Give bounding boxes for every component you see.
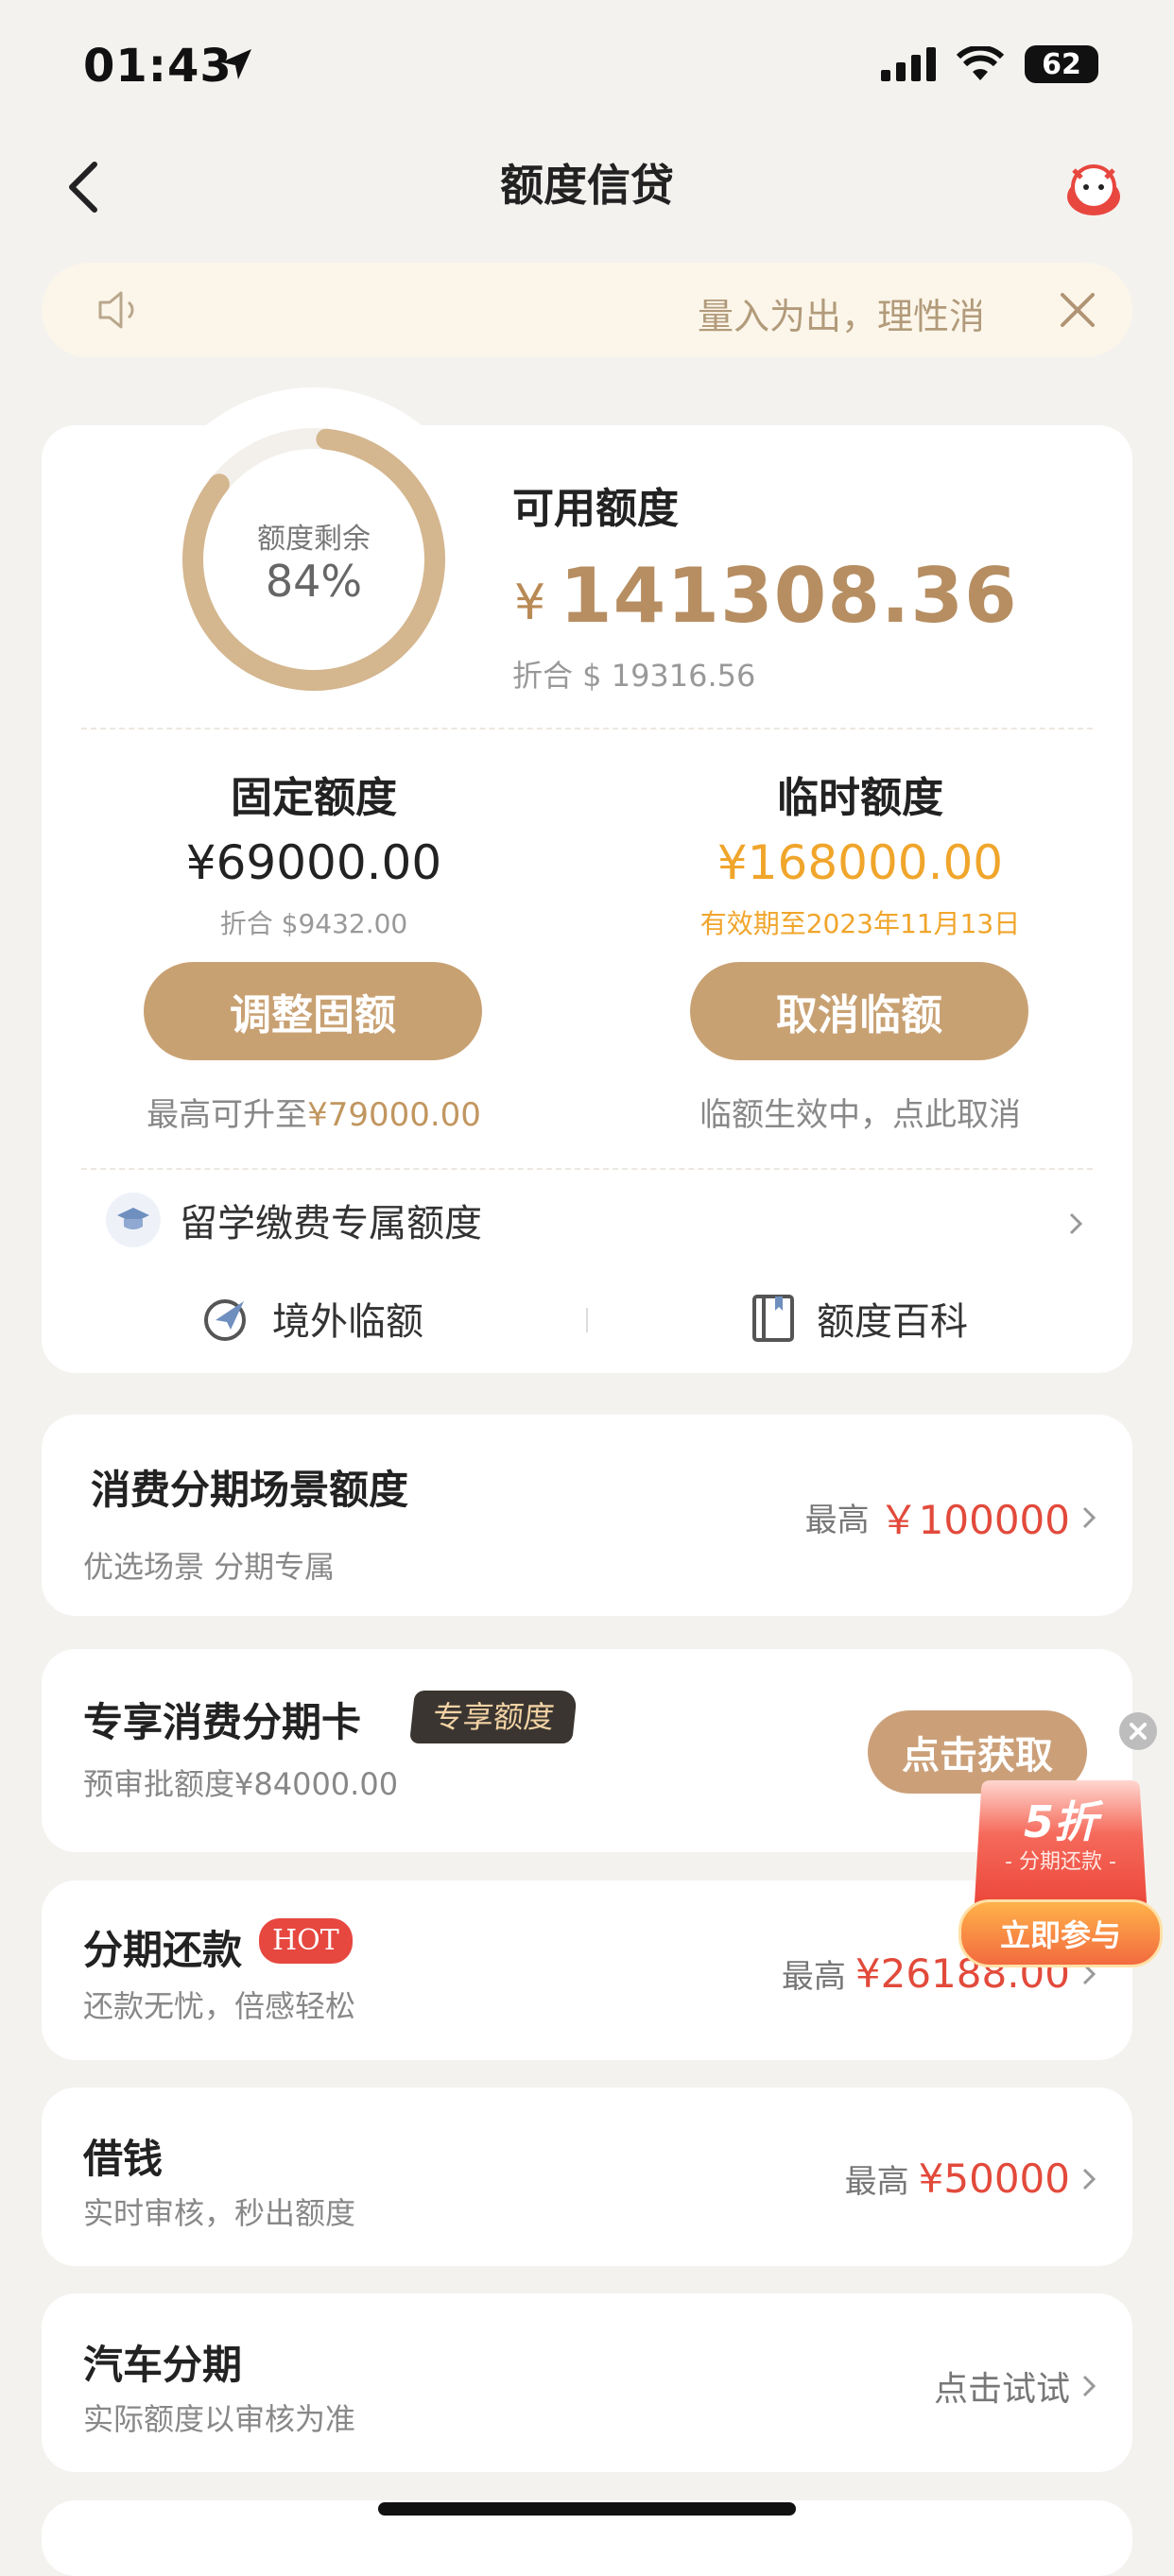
ring-label: 额度剩余 (257, 523, 371, 556)
fixed-quota-amount: ¥69000.00 (185, 835, 442, 890)
repay-title: 分期还款 (83, 1927, 243, 1973)
exclusive-badge: 专享额度 (409, 1691, 578, 1743)
consume-max: 最高 ￥100000 (805, 1488, 1098, 1546)
consume-title: 消费分期场景额度 (91, 1467, 409, 1513)
overseas-temp-label: 境外临额 (272, 1300, 423, 1344)
promo-float[interactable]: 5折 - 分期还款 - 立即参与 (958, 1777, 1163, 1975)
signal-icon (881, 47, 936, 81)
car-card[interactable]: 汽车分期 实际额度以审核为准 点击试试 (42, 2293, 1132, 2472)
fixed-quota-usd: 折合 $9432.00 (219, 908, 408, 939)
car-title: 汽车分期 (83, 2342, 243, 2388)
notice-text: 量入为出，理性消 (698, 296, 981, 337)
home-indicator[interactable] (378, 2502, 796, 2516)
consume-max-value: ￥100000 (878, 1497, 1070, 1543)
battery-indicator: 62 (1025, 45, 1098, 83)
adjust-fixed-button[interactable]: 调整固额 (144, 962, 482, 1060)
borrow-subtitle: 实时审核，秒出额度 (83, 2195, 356, 2231)
available-label: 可用额度 (512, 485, 679, 533)
consume-subtitle: 优选场景 分期专属 (83, 1549, 336, 1585)
chevron-right-icon (1082, 1506, 1096, 1528)
chevron-right-icon (1082, 2375, 1096, 2397)
temp-quota-title: 临时额度 (777, 774, 943, 822)
temp-quota-validity: 有效期至2023年11月13日 (699, 908, 1021, 939)
temp-quota-amount: ¥168000.00 (716, 835, 1004, 890)
fixed-quota-title: 固定额度 (231, 774, 397, 822)
speaker-icon (98, 291, 134, 329)
promo-subtitle: - 分期还款 - (1005, 1850, 1116, 1874)
ring-percent: 84% (265, 556, 363, 607)
location-arrow-icon (221, 49, 251, 79)
study-quota-row[interactable]: 留学缴费专属额度 (106, 1193, 482, 1247)
notice-bar[interactable]: 量入为出，理性消 (42, 263, 1132, 357)
cancel-temp-button[interactable]: 取消临额 (690, 962, 1028, 1060)
separator (586, 1308, 588, 1332)
borrow-card[interactable]: 借钱 实时审核，秒出额度 最高 ¥50000 (42, 2087, 1132, 2266)
car-subtitle: 实际额度以审核为准 (83, 2401, 356, 2437)
fixed-note-value: ¥79000.00 (307, 1096, 481, 1134)
repay-max-prefix: 最高 (781, 1958, 846, 1996)
assistant-avatar-icon[interactable] (1062, 159, 1125, 221)
book-icon (752, 1295, 794, 1342)
promo-join-button[interactable]: 立即参与 (958, 1899, 1163, 1967)
study-quota-label: 留学缴费专属额度 (180, 1202, 482, 1245)
borrow-max: 最高 ¥50000 (845, 2155, 1098, 2202)
available-usd: 折合 $ 19316.56 (512, 658, 756, 694)
exclusive-card-subtitle: 预审批额度¥84000.00 (83, 1766, 399, 1802)
consume-quota-card[interactable]: 消费分期场景额度 优选场景 分期专属 最高 ￥100000 (42, 1415, 1132, 1616)
promo-discount: 5折 (1023, 1796, 1097, 1847)
overseas-temp-link[interactable]: 境外临额 (202, 1291, 423, 1346)
currency-symbol: ¥ (514, 575, 546, 631)
exclusive-card-title: 专享消费分期卡 (83, 1699, 362, 1745)
fixed-quota-note: 最高可升至¥79000.00 (49, 1089, 578, 1135)
status-icons: 62 (881, 45, 1098, 83)
plane-globe-icon (204, 1299, 246, 1341)
graduation-cap-icon (106, 1193, 161, 1247)
repay-subtitle: 还款无忧，倍感轻松 (83, 1988, 356, 2024)
consume-max-prefix: 最高 (804, 1502, 870, 1539)
chevron-right-icon (1082, 2168, 1096, 2190)
borrow-max-prefix: 最高 (844, 2163, 909, 2201)
page-title: 额度信贷 (500, 160, 674, 211)
car-action: 点击试试 (934, 2361, 1098, 2411)
car-action-label: 点击试试 (933, 2370, 1070, 2409)
hot-badge: HOT (259, 1918, 353, 1964)
temp-quota-note[interactable]: 临额生效中，点此取消 (596, 1089, 1125, 1135)
status-time: 01:43 (83, 40, 233, 93)
borrow-max-value: ¥50000 (918, 2155, 1070, 2202)
chevron-right-icon (1069, 1212, 1083, 1235)
close-icon[interactable] (1057, 289, 1098, 331)
quota-wiki-link[interactable]: 额度百科 (751, 1291, 968, 1346)
fixed-note-prefix: 最高可升至 (147, 1096, 308, 1134)
promo-close-icon[interactable] (1119, 1712, 1157, 1750)
divider (81, 1168, 1093, 1170)
available-amount: 141308.36 (560, 552, 1018, 640)
wifi-icon (957, 46, 1004, 80)
quota-wiki-label: 额度百科 (817, 1300, 968, 1344)
borrow-title: 借钱 (83, 2136, 164, 2182)
divider (81, 728, 1093, 730)
